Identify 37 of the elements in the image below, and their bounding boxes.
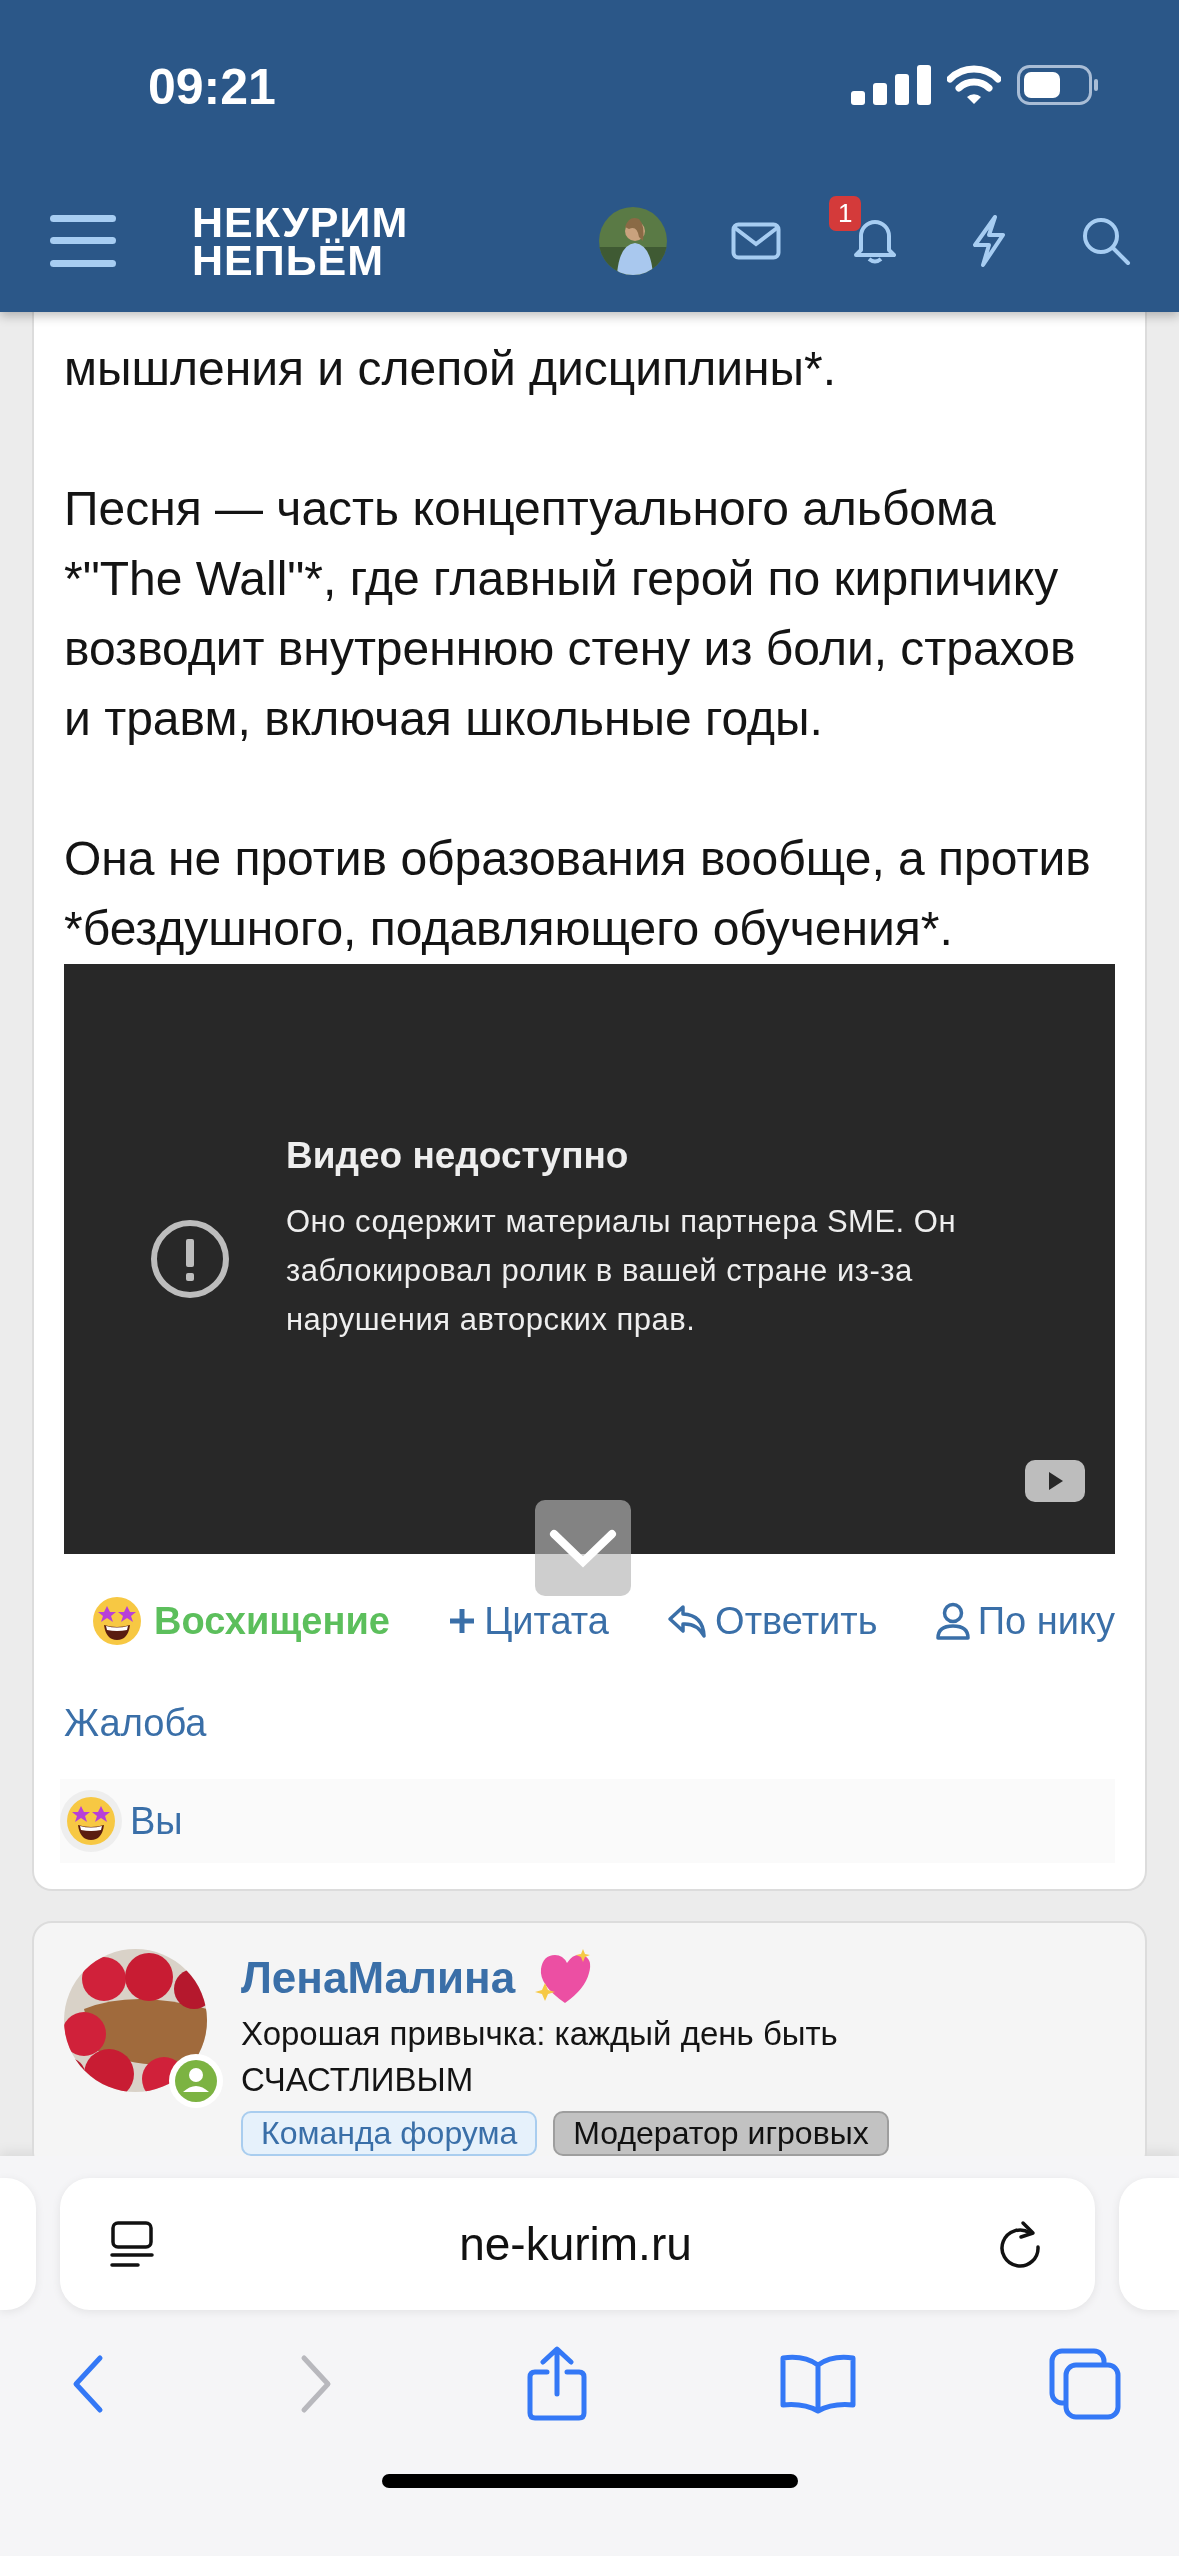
bookmarks-icon[interactable]	[778, 2353, 857, 2415]
video-error-title: Видео недоступно	[286, 1134, 630, 1177]
post-action-link[interactable]: Ответить	[667, 1599, 878, 1643]
plus-icon	[448, 1607, 477, 1635]
post-paragraph: Песня — часть концептуального альбома *"The Wall"*, где главный герой по кирпичику возводит внутреннюю стену из боли, страхов и травм, включая школьные годы.	[64, 481, 1077, 747]
report-link[interactable]: Жалоба	[64, 1702, 207, 1745]
reply-icon	[667, 1603, 708, 1639]
post-action-link[interactable]: По нику	[935, 1599, 1115, 1643]
user-icon	[935, 1602, 970, 1640]
menu-icon[interactable]	[50, 215, 116, 267]
url-text[interactable]: ne-kurim.ru	[459, 2217, 692, 2271]
post-paragraph: Она не против образования вообще, а против *бездушного, подавляющего обучения*.	[64, 831, 1092, 957]
search-icon[interactable]	[1081, 216, 1131, 266]
user-role-tag: Команда форума	[241, 2111, 538, 2156]
notification-badge: 1	[829, 196, 862, 231]
signal-icon	[851, 65, 931, 105]
user-role-tag: Модератор игровых	[553, 2111, 889, 2156]
status-time: 09:21	[148, 58, 276, 116]
battery-icon	[1017, 65, 1099, 105]
user-status-text: Хорошая привычка: каждый день быть СЧАСТЛИВЫМ	[241, 2014, 839, 2100]
mail-icon[interactable]	[731, 222, 781, 260]
share-icon[interactable]	[526, 2346, 587, 2422]
wifi-icon	[947, 65, 1001, 105]
scroll-down-button[interactable]	[535, 1500, 631, 1596]
tabs-icon[interactable]	[1049, 2348, 1121, 2420]
page-format-icon[interactable]	[110, 2221, 154, 2267]
author-name[interactable]: ЛенаМалина	[241, 1953, 516, 2003]
chevron-down-icon	[548, 1528, 618, 1568]
warning-icon	[150, 1219, 230, 1299]
reload-icon[interactable]	[997, 2219, 1043, 2269]
post-paragraph: мышления и слепой дисциплины*.	[64, 341, 837, 397]
post-action-link[interactable]: Цитата	[448, 1599, 609, 1643]
video-error-message: Оно содержит материалы партнера SME. Он заблокировал ролик в вашей стране из-за нарушения авторских прав.	[286, 1202, 958, 1339]
address-bar[interactable]: ne-kurim.ru	[60, 2178, 1095, 2310]
star-eyes-emoji-icon	[92, 1596, 142, 1646]
reaction-users-link[interactable]: Вы	[130, 1799, 183, 1843]
play-logo-icon[interactable]	[1025, 1460, 1085, 1502]
